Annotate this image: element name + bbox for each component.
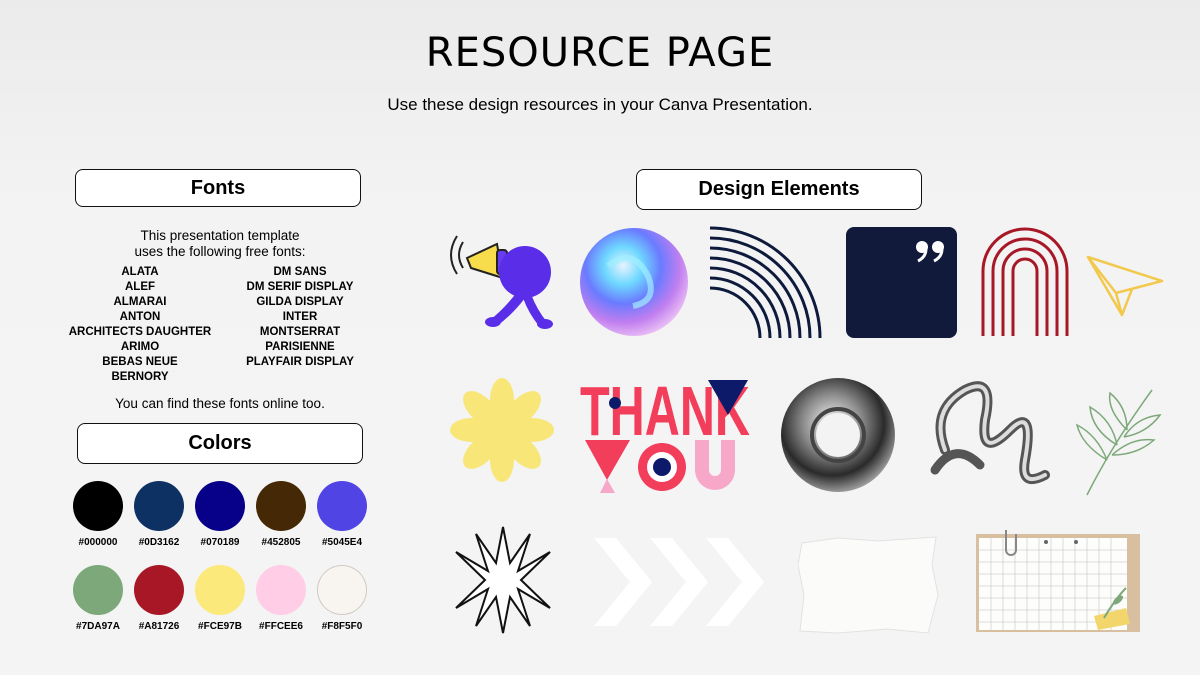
- swatch-hex: #0D3162: [138, 537, 180, 548]
- font-name: ALATA: [121, 266, 159, 278]
- color-swatch: #A81726: [134, 565, 184, 632]
- swatch-circle: [256, 565, 306, 615]
- design-elements-heading-box: Design Elements: [636, 169, 922, 210]
- grid-paper-clip-icon: [976, 530, 1140, 632]
- fonts-heading: Fonts: [190, 176, 246, 199]
- swatch-hex: #000000: [78, 537, 118, 548]
- swatch-hex: #F8F5F0: [321, 621, 363, 632]
- color-swatch: #5045E4: [317, 481, 367, 548]
- font-name: GILDA DISPLAY: [256, 296, 344, 308]
- swatch-hex: #A81726: [138, 621, 180, 632]
- fonts-intro: This presentation template uses the foll…: [78, 228, 362, 260]
- leaf-branch-icon: [1075, 389, 1162, 496]
- font-name: DM SANS: [273, 266, 327, 278]
- font-name: ARIMO: [120, 341, 160, 353]
- color-swatch: #070189: [195, 481, 245, 548]
- chrome-torus-icon: [781, 378, 895, 492]
- swatch-hex: #7DA97A: [76, 621, 120, 632]
- fonts-intro-line1: This presentation template: [140, 228, 300, 243]
- color-swatch: #0D3162: [134, 481, 184, 548]
- font-name: BEBAS NEUE: [102, 356, 178, 368]
- fonts-footer: You can find these fonts online too.: [115, 396, 325, 411]
- color-swatch: #F8F5F0: [317, 565, 367, 632]
- chevron-arrows-icon: [594, 538, 764, 626]
- paper-plane-icon: [1086, 255, 1164, 317]
- swatch-circle: [317, 481, 367, 531]
- fonts-heading-box: Fonts: [75, 169, 361, 207]
- swatch-circle: [317, 565, 367, 615]
- font-name: ALMARAI: [113, 296, 167, 308]
- swatch-circle: [134, 565, 184, 615]
- font-name: BERNORY: [111, 371, 169, 383]
- torn-paper-icon: [798, 536, 939, 634]
- swatch-circle: [73, 481, 123, 531]
- starburst-icon: [455, 526, 551, 634]
- colors-heading: Colors: [188, 432, 252, 454]
- chrome-squiggle-icon: [930, 381, 1050, 484]
- design-elements-heading: Design Elements: [698, 178, 860, 200]
- concentric-arcs-icon: [709, 226, 822, 338]
- font-name: DM SERIF DISPLAY: [246, 281, 354, 293]
- font-name: PARISIENNE: [265, 341, 335, 353]
- swatch-hex: #5045E4: [321, 537, 363, 548]
- fonts-left-column: ALATA ALEF ALMARAI ANTON ARCHITECTS DAUG…: [60, 265, 220, 385]
- font-name: MONTSERRAT: [259, 326, 341, 338]
- megaphone-character-icon: [450, 235, 553, 329]
- swatch-circle: [73, 565, 123, 615]
- swatch-circle: [256, 481, 306, 531]
- color-swatch: #FCE97B: [195, 565, 245, 632]
- font-name: PLAYFAIR DISPLAY: [246, 356, 354, 368]
- font-name: INTER: [282, 311, 318, 323]
- yellow-flower-icon: [450, 378, 554, 482]
- red-arch-icon: [981, 227, 1069, 336]
- quote-card-icon: [846, 227, 957, 338]
- swatch-circle: [134, 481, 184, 531]
- swatch-hex: #452805: [261, 537, 301, 548]
- page-subtitle: Use these design resources in your Canva…: [387, 95, 813, 114]
- swatch-circle: [195, 565, 245, 615]
- font-name: ALEF: [124, 281, 156, 293]
- colors-heading-box: Colors: [77, 423, 363, 464]
- font-name: ANTON: [119, 311, 161, 323]
- thank-you-graphic: THANK: [580, 375, 750, 493]
- font-name: ARCHITECTS DAUGHTER: [68, 326, 212, 338]
- color-swatch: #FFCEE6: [256, 565, 306, 632]
- swatch-hex: #FFCEE6: [259, 621, 303, 632]
- swatch-circle: [195, 481, 245, 531]
- holographic-sphere-icon: [580, 228, 688, 336]
- color-swatch: #452805: [256, 481, 306, 548]
- swatch-hex: #FCE97B: [198, 621, 242, 632]
- swatch-hex: #070189: [200, 537, 240, 548]
- color-swatch: #000000: [73, 481, 123, 548]
- fonts-intro-line2: uses the following free fonts:: [134, 244, 306, 259]
- fonts-right-column: DM SANS DM SERIF DISPLAY GILDA DISPLAY I…: [235, 265, 365, 370]
- page-title: RESOURCE PAGE: [425, 30, 775, 76]
- color-swatch: #7DA97A: [73, 565, 123, 632]
